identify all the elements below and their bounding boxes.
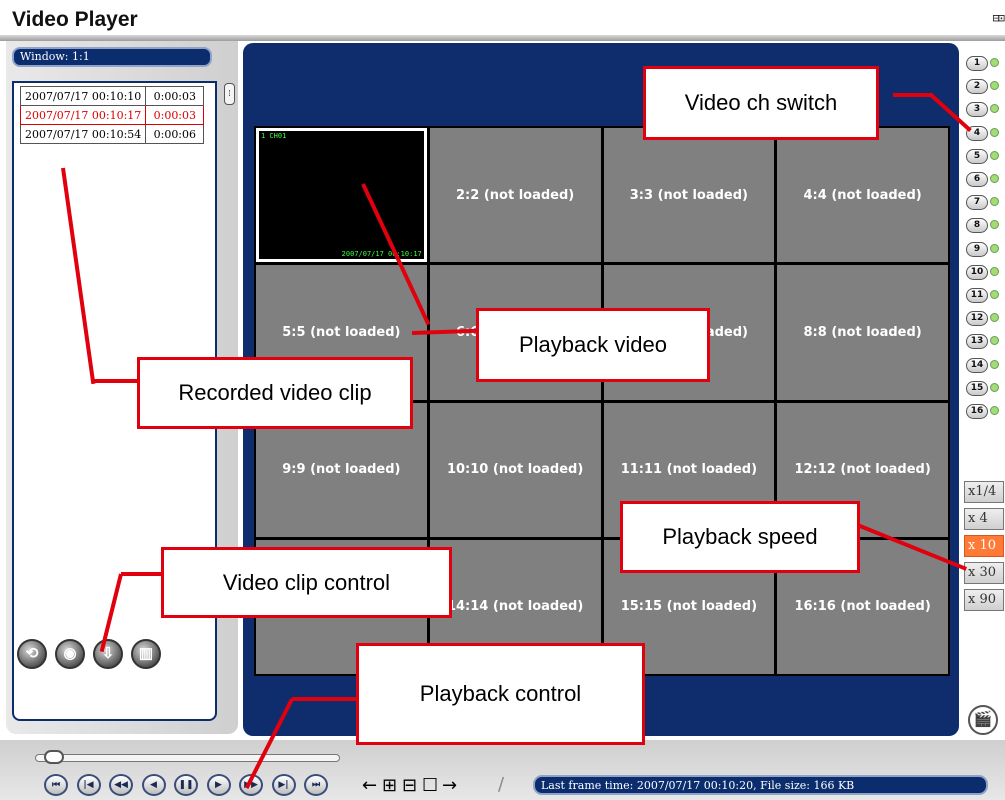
channel-16-button[interactable]: 16 <box>966 404 988 419</box>
clip-start-time: 2007/07/17 00:10:17 <box>19 105 147 125</box>
channel-5-button[interactable]: 5 <box>966 148 988 164</box>
skip-last-button[interactable]: ⏭ <box>304 774 328 796</box>
clip-start-time: 2007/07/17 00:10:54 <box>19 124 147 144</box>
channel-15-button[interactable]: 15 <box>966 380 988 396</box>
prev-frame-button[interactable]: |◀ <box>76 774 101 796</box>
snapshot-clip-button[interactable]: ◉ <box>55 639 85 669</box>
channel-status-led-icon <box>990 197 999 207</box>
channel-status-led-icon <box>990 359 999 369</box>
clapperboard-icon[interactable]: 🎬 <box>968 705 998 735</box>
channel-status-led-icon <box>990 174 999 183</box>
clip-duration: 0:00:03 <box>145 86 205 106</box>
speed-button[interactable]: x 30 <box>964 562 1004 584</box>
separator: / <box>498 774 505 795</box>
callout-line <box>94 379 139 383</box>
channel-12-button[interactable]: 12 <box>966 311 988 327</box>
video-overlay-channel: 1 CH01 <box>261 132 287 140</box>
camera-icon: ◉ <box>63 645 77 662</box>
channel-status-led-icon <box>990 150 999 160</box>
next-layout-arrow-icon[interactable]: → <box>442 775 457 796</box>
callout-line <box>121 572 163 576</box>
channel-status-led-icon <box>990 58 999 67</box>
channel-1-button[interactable]: 1 <box>966 56 988 71</box>
channel-8-button[interactable]: 8 <box>966 218 988 234</box>
window-ratio-label: Window: 1:1 <box>12 47 212 67</box>
clip-row[interactable]: 2007/07/17 00:10:54 0:00:06 <box>19 124 205 144</box>
rewind-button[interactable]: ◀◀ <box>109 774 133 796</box>
seek-thumb[interactable] <box>43 750 64 764</box>
channel-11-button[interactable]: 11 <box>966 288 988 303</box>
clip-duration: 0:00:06 <box>145 124 205 144</box>
clip-row[interactable]: 2007/07/17 00:10:17 0:00:03 <box>19 105 205 125</box>
channel-status-led-icon <box>990 81 999 91</box>
channel-status-led-icon <box>990 290 999 299</box>
callout-playback-video: Playback video <box>476 308 710 382</box>
clip-list-scroll-handle[interactable]: ⁞ <box>224 83 235 105</box>
speed-button[interactable]: x 4 <box>964 508 1004 530</box>
callout-playback-speed: Playback speed <box>620 501 860 573</box>
video-cell-active[interactable]: 1 CH01 2007/07/17 00:10:17 <box>256 128 427 263</box>
clip-duration: 0:00:03 <box>145 105 205 125</box>
channel-status-led-icon <box>990 406 999 415</box>
window-controls-icon[interactable]: ⊟⊡ <box>993 11 1005 25</box>
channel-9-button[interactable]: 9 <box>966 241 988 257</box>
callout-playback-control: Playback control <box>356 643 645 745</box>
status-bar: Last frame time: 2007/07/17 00:10:20, Fi… <box>533 775 988 795</box>
video-cell[interactable]: 4:4 (not loaded) <box>777 128 948 263</box>
channel-10-button[interactable]: 10 <box>966 264 988 280</box>
channel-status-led-icon <box>990 220 999 230</box>
video-cell[interactable]: 10:10 (not loaded) <box>429 402 601 537</box>
single-view-icon[interactable]: ☐ <box>422 775 438 796</box>
grid-4-icon[interactable]: ⊟ <box>402 775 417 796</box>
channel-status-led-icon <box>990 243 999 253</box>
prev-layout-arrow-icon[interactable]: ← <box>362 775 377 796</box>
channel-13-button[interactable]: 13 <box>966 334 988 350</box>
speed-button[interactable]: x 90 <box>964 589 1004 611</box>
window-title: Video Player <box>12 8 138 31</box>
channel-status-led-icon <box>990 104 999 114</box>
video-cell[interactable]: 2:2 (not loaded) <box>429 128 601 263</box>
channel-status-led-icon <box>990 313 999 323</box>
channel-status-led-icon <box>990 127 999 137</box>
channel-status-led-icon <box>990 336 999 346</box>
channel-status-led-icon <box>990 382 999 392</box>
callout-line <box>893 93 933 97</box>
callout-video-clip-control: Video clip control <box>161 547 452 618</box>
refresh-clip-button[interactable]: ⟲ <box>17 639 47 669</box>
seek-bar[interactable] <box>35 754 340 762</box>
delete-clip-button[interactable]: ▥ <box>131 639 161 669</box>
channel-3-button[interactable]: 3 <box>966 102 988 118</box>
play-button[interactable]: ▶ <box>206 774 231 796</box>
channel-7-button[interactable]: 7 <box>966 195 988 211</box>
callout-video-ch-switch: Video ch switch <box>643 66 879 140</box>
pause-button[interactable]: ❚❚ <box>174 774 198 796</box>
refresh-icon: ⟲ <box>25 645 39 662</box>
video-overlay-timestamp: 2007/07/17 00:10:17 <box>341 250 422 259</box>
speed-button[interactable]: x 10 <box>964 535 1004 557</box>
skip-first-button[interactable]: ⏮ <box>44 774 68 796</box>
grid-16-icon[interactable]: ⊞ <box>382 775 397 796</box>
callout-recorded-video-clip: Recorded video clip <box>137 357 413 429</box>
speed-button[interactable]: x1/4 <box>964 481 1004 503</box>
trash-icon: ▥ <box>138 645 154 662</box>
video-cell[interactable]: 3:3 (not loaded) <box>603 128 775 263</box>
callout-line <box>292 697 356 701</box>
channel-14-button[interactable]: 14 <box>966 357 988 373</box>
channel-2-button[interactable]: 2 <box>966 79 988 95</box>
clip-start-time: 2007/07/17 00:10:10 <box>19 86 147 106</box>
play-reverse-button[interactable]: ◀ <box>141 774 166 796</box>
download-clip-button[interactable]: ⇩ <box>93 639 123 669</box>
next-frame-button[interactable]: ▶| <box>271 774 296 796</box>
video-cell[interactable]: 8:8 (not loaded) <box>777 265 948 400</box>
clip-row[interactable]: 2007/07/17 00:10:10 0:00:03 <box>19 86 205 106</box>
clip-table: 2007/07/17 00:10:10 0:00:03 2007/07/17 00:… <box>19 86 205 144</box>
channel-6-button[interactable]: 6 <box>966 172 988 187</box>
channel-status-led-icon <box>990 266 999 276</box>
